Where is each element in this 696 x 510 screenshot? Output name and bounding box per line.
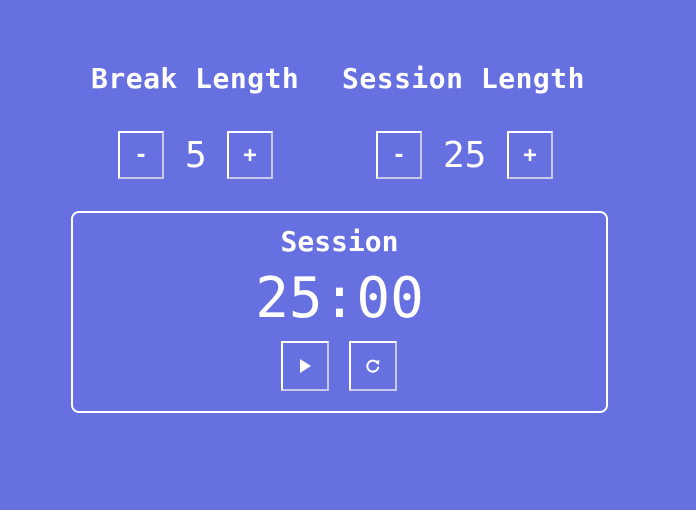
play-icon: [300, 359, 311, 373]
session-increment-button[interactable]: +: [507, 131, 553, 179]
start-stop-button[interactable]: [281, 341, 329, 391]
break-decrement-button[interactable]: -: [118, 131, 164, 179]
session-length-label: Session Length: [342, 62, 586, 95]
break-increment-button[interactable]: +: [227, 131, 273, 179]
break-length-value: 5: [185, 135, 207, 176]
timer-panel: Session 25:00: [71, 211, 608, 413]
reset-button[interactable]: [349, 341, 397, 391]
timer-label: Session: [280, 225, 399, 258]
timer-time-left: 25:00: [255, 266, 424, 331]
break-length-label: Break Length: [91, 62, 300, 95]
refresh-icon: [366, 359, 380, 373]
session-decrement-button[interactable]: -: [376, 131, 422, 179]
session-length-value: 25: [443, 135, 487, 176]
